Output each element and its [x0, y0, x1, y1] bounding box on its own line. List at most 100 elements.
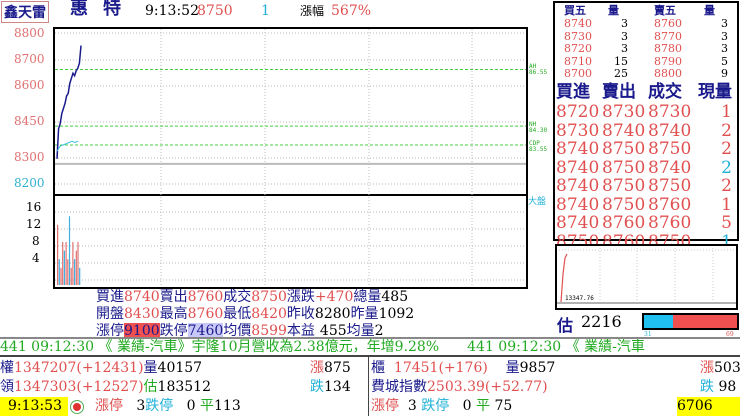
trade-qty: 2	[721, 139, 732, 159]
tag-2: 特	[103, 0, 121, 19]
quote-label: 最低	[223, 306, 252, 322]
otc-limit-down: 0	[462, 398, 472, 414]
l1-vol-label: 量	[143, 360, 158, 376]
order-qty: 3	[721, 29, 728, 43]
volume-bar	[74, 259, 76, 285]
intraday-chart[interactable]	[53, 27, 528, 289]
clock: 9:13:53	[0, 397, 68, 416]
orderbook-header: 買五	[564, 4, 586, 17]
trade-ask: 8750	[602, 139, 646, 159]
order-qty: 9	[721, 67, 728, 80]
volume-bar	[60, 267, 62, 285]
trade-bid: 8740	[556, 157, 600, 178]
up-count: 875	[324, 360, 351, 376]
orderbook-row: 8700 25 8800 9	[556, 67, 736, 80]
l1-value: 1347207(+12431)	[14, 360, 144, 376]
l1-vol: 40157	[157, 360, 203, 376]
quote-value: 8740	[124, 289, 160, 305]
otc-count: 6706	[677, 397, 740, 416]
quote-label: 總量	[353, 289, 382, 305]
order-price: 8730	[564, 29, 592, 43]
estimate-value: 2216	[581, 312, 622, 331]
trade-ask: 8740	[602, 120, 646, 141]
volume: 1	[261, 3, 270, 19]
quote-value: 8280	[314, 306, 351, 322]
trade-row: 8740 8750 8750 2	[556, 140, 736, 159]
volume-bar	[79, 267, 81, 285]
trade-qty: 2	[721, 176, 732, 196]
trade-row: 8720 8730 8730 1	[556, 103, 736, 122]
otc-limit-up-label: 漲停	[371, 398, 399, 414]
trade-ask: 8730	[602, 102, 646, 122]
trade-ask: 8750	[602, 157, 646, 178]
l2-value: 1347303(+12527)	[14, 379, 144, 395]
order-qty: 3	[621, 17, 628, 30]
news-text[interactable]: 441 09:12:30 《 業績-汽車》宇隆10月營收為2.38億元，年增9.…	[0, 339, 740, 355]
otc-label: 櫃	[371, 360, 385, 376]
volume-bar	[72, 242, 74, 285]
trade-qty: 5	[721, 213, 732, 233]
trade-bid: 8740	[556, 139, 600, 159]
quote-label: 昨量	[350, 306, 379, 322]
market-label[interactable]: 大盤	[528, 194, 546, 207]
quote-summary: 買進8740賣出8760成交8750漲跌+470總量485 開盤8430最高876…	[96, 289, 414, 340]
change-pct-label: 漲幅	[300, 4, 325, 18]
trade-ask: 8750	[602, 176, 646, 196]
quote-value: 8430	[124, 306, 160, 322]
otc-down: 98	[718, 379, 737, 395]
down-count-label: 跌	[310, 379, 324, 395]
news-ticker[interactable]: 441 09:12:30 《 業績-汽車》宇隆10月營收為2.38億元，年增9.…	[0, 337, 740, 357]
trade-bid: 8720	[556, 102, 600, 122]
order-price: 8710	[564, 54, 592, 68]
orderbook-header: 量	[704, 4, 715, 17]
trade-row: 8730 8740 8740 2	[556, 120, 736, 141]
order-price: 8700	[564, 67, 592, 80]
limit-up-label: 漲停	[95, 398, 123, 414]
up-count-label: 漲	[310, 360, 324, 376]
trade-qty: 2	[721, 120, 732, 141]
status-dot-icon	[71, 401, 83, 413]
price-tick: 8200	[14, 176, 45, 190]
mini-index-value: 13347.76	[565, 295, 594, 302]
order-qty: 3	[621, 29, 628, 43]
price-tick: 8450	[14, 114, 45, 128]
otc-vol-label: 量	[505, 360, 520, 376]
price-tick: 8600	[14, 78, 45, 92]
trade-price: 8750	[648, 176, 692, 196]
volume-bar	[57, 224, 59, 285]
otc-flat-label: 平	[476, 398, 491, 414]
order-qty: 5	[721, 54, 728, 68]
volume-bar	[68, 216, 71, 285]
order-qty: 3	[721, 42, 728, 55]
ah-value: 86.55	[529, 69, 548, 76]
quote-label: 賣出	[159, 289, 188, 305]
otc-flat: 75	[494, 398, 513, 414]
trade-price: 8730	[648, 102, 692, 122]
price-tick: 8700	[14, 52, 45, 66]
otc-value: 17451(+176)	[393, 360, 488, 376]
trade-header: 賣出	[602, 82, 636, 102]
trade-row: 8740 8760 8760 5	[556, 214, 736, 233]
trade-qty: 1	[721, 194, 732, 215]
stock-name[interactable]: 鑫天雷	[1, 1, 49, 23]
order-qty: 15	[614, 54, 628, 68]
orderbook-row: 8710 15 8790 5	[556, 55, 736, 68]
order-qty: 3	[621, 42, 628, 55]
quote-label: 最高	[159, 306, 188, 322]
order-price: 8770	[654, 29, 682, 43]
trade-row: 8740 8750 8740 2	[556, 157, 736, 178]
otc-up-label: 漲	[700, 360, 714, 376]
nh-label: NH 84.30	[529, 122, 547, 134]
quote-label: 開盤	[96, 306, 124, 322]
quote-value: 8760	[187, 306, 224, 322]
order-price: 8800	[654, 67, 682, 80]
l2-est-label: 估	[143, 379, 158, 395]
trade-header: 成交	[648, 82, 682, 102]
trade-row: 8740 8750 8760 1	[556, 194, 736, 215]
vol-tick: 12	[26, 217, 42, 231]
quote-label: 成交	[223, 289, 252, 305]
orderbook-row: 8730 3 8770 3	[556, 30, 736, 43]
change-pct: 567%	[331, 3, 372, 19]
order-qty: 25	[614, 67, 628, 80]
order-price: 8790	[654, 54, 682, 68]
